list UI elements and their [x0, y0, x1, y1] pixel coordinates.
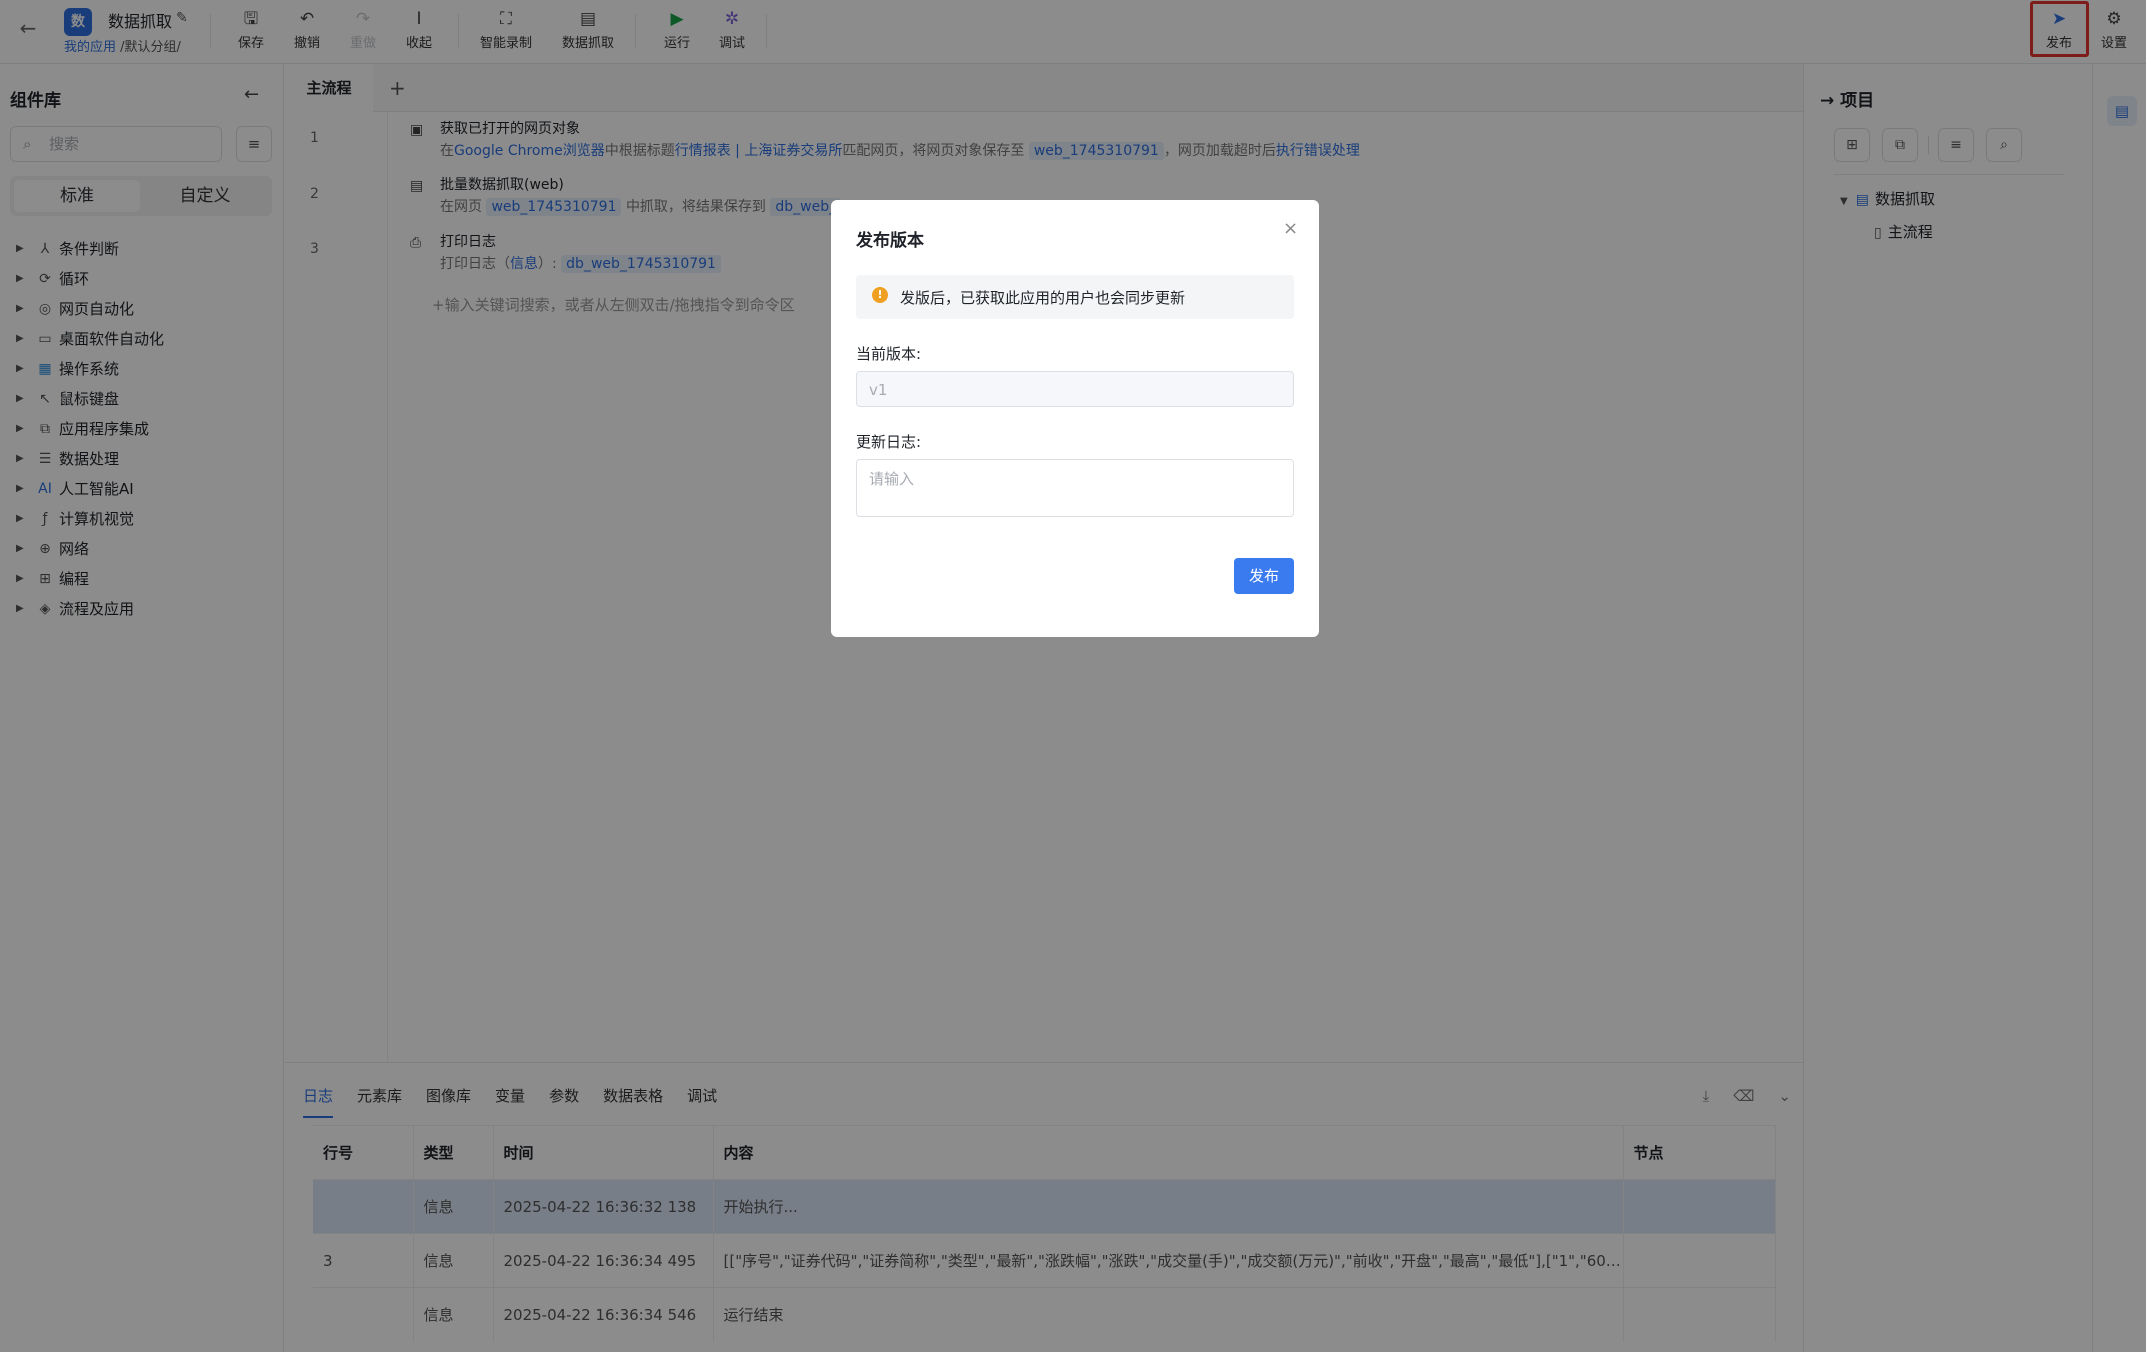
- publish-submit-button[interactable]: 发布: [1234, 558, 1294, 594]
- warning-alert: ! 发版后，已获取此应用的用户也会同步更新: [856, 275, 1294, 319]
- current-version-label: 当前版本:: [856, 345, 922, 363]
- current-version-field: [856, 371, 1294, 407]
- close-icon[interactable]: ×: [1283, 218, 1298, 239]
- dialog-title: 发布版本: [856, 231, 924, 251]
- publish-version-dialog: 发布版本 × ! 发版后，已获取此应用的用户也会同步更新 当前版本: 更新日志:…: [831, 200, 1319, 637]
- current-version-input: [869, 379, 1279, 401]
- alert-text: 发版后，已获取此应用的用户也会同步更新: [900, 289, 1186, 307]
- warning-icon: !: [872, 287, 888, 303]
- changelog-textarea[interactable]: [869, 468, 1281, 508]
- changelog-label: 更新日志:: [856, 433, 922, 451]
- changelog-field: [856, 459, 1294, 517]
